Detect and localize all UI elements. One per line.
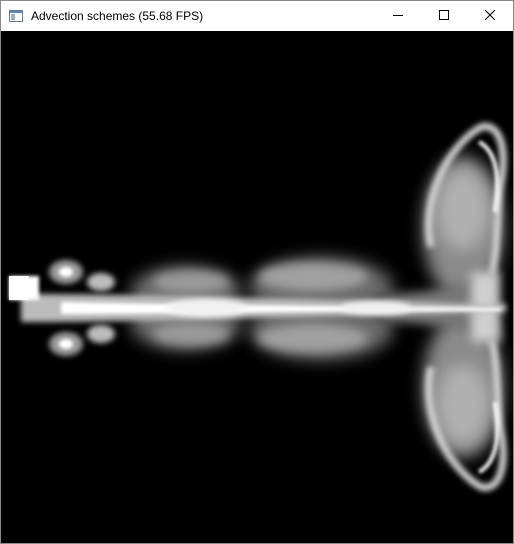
maximize-button[interactable] [421, 1, 467, 31]
app-window-icon[interactable] [9, 9, 23, 22]
simulation-canvas[interactable] [1, 32, 513, 543]
close-button[interactable] [467, 1, 513, 31]
app-window: Advection schemes (55.68 FPS) [0, 0, 514, 544]
minimize-button[interactable] [375, 1, 421, 31]
smoke-inlet [9, 276, 39, 300]
maximize-icon [439, 7, 449, 25]
window-title: Advection schemes (55.68 FPS) [31, 9, 204, 23]
title-bar[interactable]: Advection schemes (55.68 FPS) [1, 1, 513, 31]
minimize-icon [393, 7, 403, 25]
close-icon [484, 7, 496, 25]
smoke-simulation-render [1, 32, 513, 543]
